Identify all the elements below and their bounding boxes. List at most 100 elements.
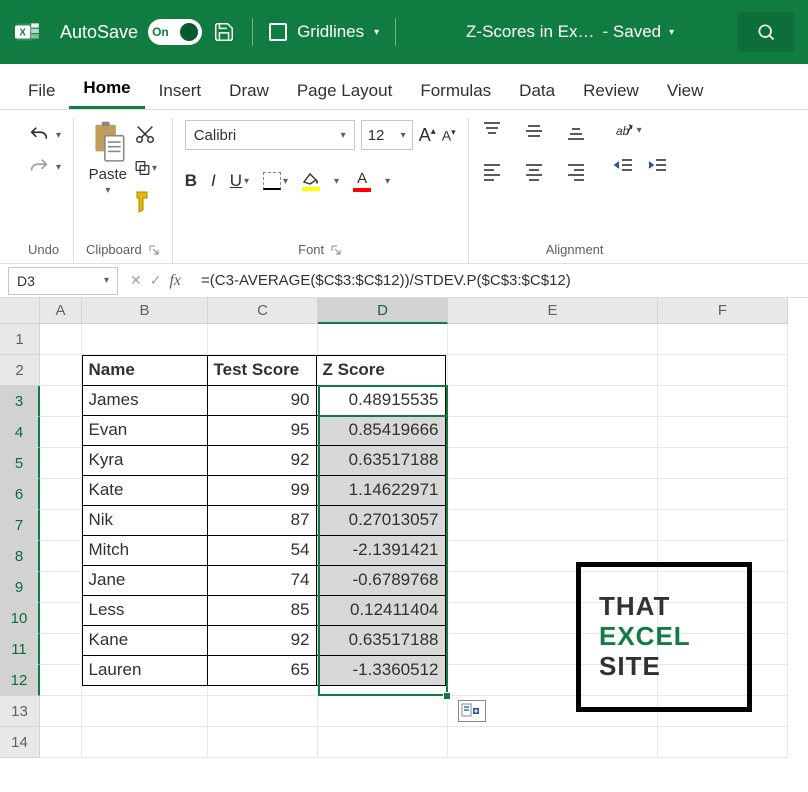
bold-button[interactable]: B bbox=[185, 171, 197, 191]
table-cell-name[interactable]: Less bbox=[82, 595, 208, 626]
cell-A2[interactable] bbox=[40, 355, 82, 386]
cell-C1[interactable] bbox=[208, 324, 318, 355]
row-header-12[interactable]: 12 bbox=[0, 665, 40, 696]
col-header-E[interactable]: E bbox=[448, 298, 658, 324]
cell-B13[interactable] bbox=[82, 696, 208, 727]
cell-C14[interactable] bbox=[208, 727, 318, 758]
tab-page-layout[interactable]: Page Layout bbox=[283, 71, 406, 109]
table-cell-name[interactable]: Kate bbox=[82, 475, 208, 506]
dialog-launcher-icon[interactable] bbox=[330, 244, 342, 256]
cell-A1[interactable] bbox=[40, 324, 82, 355]
cell-D13[interactable] bbox=[318, 696, 448, 727]
font-size-select[interactable]: 12▾ bbox=[361, 120, 413, 150]
align-middle-icon[interactable] bbox=[523, 120, 551, 148]
border-button[interactable]: ▾ bbox=[263, 172, 288, 190]
formula-input[interactable]: =(C3-AVERAGE($C$3:$C$12))/STDEV.P($C$3:$… bbox=[193, 267, 800, 295]
format-painter-icon[interactable] bbox=[133, 190, 157, 214]
enter-formula-icon[interactable]: ✓ bbox=[150, 272, 162, 289]
row-header-7[interactable]: 7 bbox=[0, 510, 40, 541]
title-dropdown-icon[interactable]: ▾ bbox=[669, 27, 674, 38]
table-cell-zscore[interactable]: -2.1391421 bbox=[316, 535, 446, 566]
select-all-corner[interactable] bbox=[0, 298, 40, 324]
cell-A11[interactable] bbox=[40, 634, 82, 665]
decrease-indent-icon[interactable] bbox=[613, 156, 635, 179]
redo-button[interactable]: ▾ bbox=[26, 156, 61, 178]
align-top-icon[interactable] bbox=[481, 120, 509, 148]
cell-B14[interactable] bbox=[82, 727, 208, 758]
paste-options-button[interactable] bbox=[458, 700, 486, 722]
cell-F4[interactable] bbox=[658, 417, 788, 448]
col-header-D[interactable]: D bbox=[318, 298, 448, 324]
table-header[interactable]: Name bbox=[82, 355, 208, 386]
tab-file[interactable]: File bbox=[14, 71, 69, 109]
cell-E7[interactable] bbox=[448, 510, 658, 541]
underline-button[interactable]: U▾ bbox=[230, 171, 249, 191]
cell-A5[interactable] bbox=[40, 448, 82, 479]
col-header-C[interactable]: C bbox=[208, 298, 318, 324]
cell-A6[interactable] bbox=[40, 479, 82, 510]
table-header[interactable]: Test Score bbox=[207, 355, 317, 386]
orientation-button[interactable]: ab▾ bbox=[613, 120, 669, 140]
cell-A12[interactable] bbox=[40, 665, 82, 696]
tab-insert[interactable]: Insert bbox=[145, 71, 216, 109]
row-header-11[interactable]: 11 bbox=[0, 634, 40, 665]
gridlines-checkbox[interactable] bbox=[269, 23, 287, 41]
search-button[interactable] bbox=[738, 12, 794, 52]
tab-review[interactable]: Review bbox=[569, 71, 653, 109]
decrease-font-icon[interactable]: A▾ bbox=[442, 127, 456, 144]
autosave-toggle[interactable]: On bbox=[148, 19, 202, 45]
cell-F5[interactable] bbox=[658, 448, 788, 479]
row-header-6[interactable]: 6 bbox=[0, 479, 40, 510]
table-cell-score[interactable]: 87 bbox=[207, 505, 317, 536]
cell-F6[interactable] bbox=[658, 479, 788, 510]
cell-A7[interactable] bbox=[40, 510, 82, 541]
undo-button[interactable]: ▾ bbox=[26, 124, 61, 146]
increase-font-icon[interactable]: A▴ bbox=[419, 125, 436, 146]
paste-button[interactable]: Paste ▾ bbox=[89, 120, 127, 196]
table-cell-zscore[interactable]: 0.63517188 bbox=[316, 445, 446, 476]
table-cell-score[interactable]: 54 bbox=[207, 535, 317, 566]
table-cell-score[interactable]: 95 bbox=[207, 415, 317, 446]
cell-B1[interactable] bbox=[82, 324, 208, 355]
cell-F3[interactable] bbox=[658, 386, 788, 417]
cell-F14[interactable] bbox=[658, 727, 788, 758]
table-cell-score[interactable]: 92 bbox=[207, 445, 317, 476]
row-header-8[interactable]: 8 bbox=[0, 541, 40, 572]
table-cell-score[interactable]: 92 bbox=[207, 625, 317, 656]
table-cell-name[interactable]: Nik bbox=[82, 505, 208, 536]
row-header-3[interactable]: 3 bbox=[0, 386, 40, 417]
cell-E2[interactable] bbox=[448, 355, 658, 386]
tab-formulas[interactable]: Formulas bbox=[406, 71, 505, 109]
cell-A13[interactable] bbox=[40, 696, 82, 727]
cell-E1[interactable] bbox=[448, 324, 658, 355]
cell-A8[interactable] bbox=[40, 541, 82, 572]
table-cell-score[interactable]: 74 bbox=[207, 565, 317, 596]
fill-color-button[interactable] bbox=[302, 172, 320, 191]
table-cell-name[interactable]: Mitch bbox=[82, 535, 208, 566]
row-header-5[interactable]: 5 bbox=[0, 448, 40, 479]
cell-F7[interactable] bbox=[658, 510, 788, 541]
cell-F2[interactable] bbox=[658, 355, 788, 386]
table-cell-score[interactable]: 85 bbox=[207, 595, 317, 626]
cell-E5[interactable] bbox=[448, 448, 658, 479]
table-cell-name[interactable]: Kyra bbox=[82, 445, 208, 476]
table-cell-zscore[interactable]: 0.85419666 bbox=[316, 415, 446, 446]
tab-data[interactable]: Data bbox=[505, 71, 569, 109]
cell-D14[interactable] bbox=[318, 727, 448, 758]
table-cell-name[interactable]: Evan bbox=[82, 415, 208, 446]
table-cell-zscore[interactable]: 0.63517188 bbox=[316, 625, 446, 656]
row-header-13[interactable]: 13 bbox=[0, 696, 40, 727]
font-color-button[interactable]: A bbox=[353, 170, 371, 192]
row-header-4[interactable]: 4 bbox=[0, 417, 40, 448]
cell-D1[interactable] bbox=[318, 324, 448, 355]
table-cell-name[interactable]: James bbox=[82, 385, 208, 416]
cell-A14[interactable] bbox=[40, 727, 82, 758]
cell-A9[interactable] bbox=[40, 572, 82, 603]
tab-home[interactable]: Home bbox=[69, 68, 144, 109]
row-header-9[interactable]: 9 bbox=[0, 572, 40, 603]
cell-F1[interactable] bbox=[658, 324, 788, 355]
fill-handle[interactable] bbox=[443, 692, 451, 700]
gridlines-label[interactable]: Gridlines bbox=[297, 22, 364, 42]
table-cell-score[interactable]: 65 bbox=[207, 655, 317, 686]
cancel-formula-icon[interactable]: ✕ bbox=[130, 272, 142, 289]
